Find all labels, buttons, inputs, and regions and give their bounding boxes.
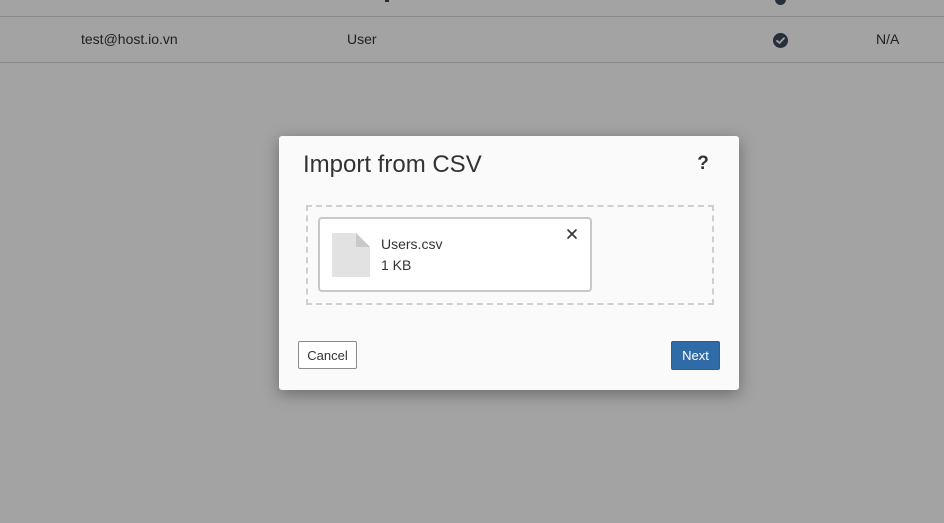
file-dropzone[interactable]: Users.csv 1 KB <box>306 205 714 305</box>
file-card: Users.csv 1 KB <box>318 217 592 292</box>
close-icon[interactable] <box>563 225 581 243</box>
cancel-button[interactable]: Cancel <box>298 341 357 369</box>
next-button[interactable]: Next <box>671 341 720 370</box>
help-button[interactable]: ? <box>693 152 713 176</box>
dialog-title: Import from CSV <box>303 151 482 178</box>
import-csv-dialog: Import from CSV ? Users.csv 1 KB Cancel … <box>279 136 739 390</box>
file-size: 1 KB <box>381 257 412 273</box>
file-name: Users.csv <box>381 236 443 252</box>
file-icon <box>332 233 370 277</box>
